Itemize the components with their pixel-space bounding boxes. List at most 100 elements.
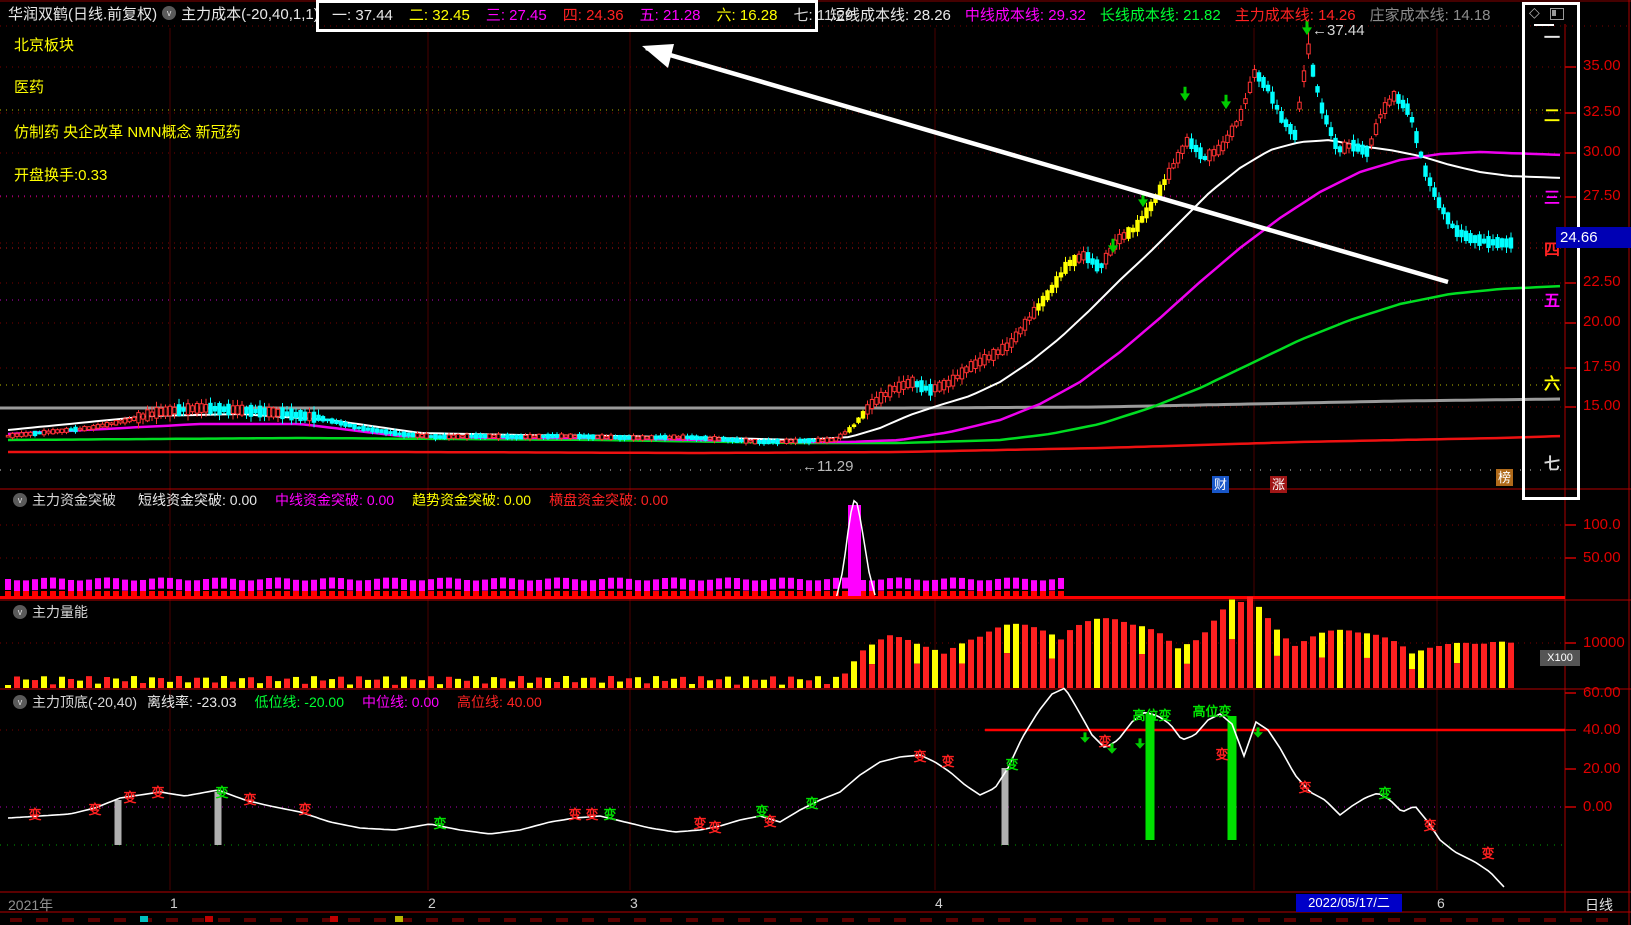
svg-text:变: 变 [298, 802, 311, 817]
stat-label: 短线资金突破 [138, 492, 222, 508]
svg-text:变: 变 [1378, 786, 1391, 801]
current-date-badge: 2022/05/17/二 [1296, 894, 1402, 912]
indicator-name[interactable]: 主力成本(-20,40,1,1) [181, 3, 319, 24]
svg-text:变: 变 [151, 785, 164, 800]
cost-lines: 短线成本线: 28.26 中线成本线: 29.32 长线成本线: 21.82 主力成本… [830, 4, 1505, 25]
svg-text:高位变: 高位变 [1132, 708, 1171, 723]
panel2-stat-item: 短线资金突破: 0.00 [138, 490, 257, 510]
level-label: 七 [793, 7, 808, 24]
month-label: 4 [935, 895, 943, 911]
level-item: 一: 37.44 [332, 4, 393, 25]
stat-label: 离线率 [147, 694, 189, 710]
cost-line-item: 庄家成本线: 14.18 [1370, 4, 1491, 25]
month-label: 1 [170, 895, 178, 911]
cost-line-value: 28.26 [913, 7, 951, 24]
svg-text:变: 变 [215, 785, 228, 800]
diamond-icon[interactable]: ◇ [1529, 4, 1540, 21]
svg-text:变: 变 [1215, 747, 1228, 762]
price-tick: 32.50 [1583, 103, 1621, 120]
current-price-badge: 24.66 [1556, 227, 1631, 248]
panel4-tick: 60.00 [1583, 684, 1621, 701]
cost-line-label: 中线成本线 [965, 7, 1040, 24]
svg-text:变: 变 [433, 816, 446, 831]
level-item: 三: 27.45 [486, 4, 547, 25]
level-label: 四 [563, 7, 578, 24]
level-item: 二: 32.45 [409, 4, 470, 25]
chevron-down-icon[interactable]: v [13, 493, 27, 507]
stat-label: 低位线 [255, 694, 297, 710]
promo-badge[interactable]: 财 [1212, 476, 1229, 493]
svg-text:变: 变 [568, 807, 581, 822]
panel4-tick: 20.00 [1583, 760, 1621, 777]
month-label: 3 [630, 895, 638, 911]
level-value: 16.28 [740, 7, 778, 24]
cost-line-value: 29.32 [1048, 7, 1086, 24]
level-label: 一 [332, 7, 347, 24]
svg-text:变: 变 [805, 796, 818, 811]
panel4-stat-item: 中位线: 0.00 [362, 692, 439, 712]
panel2-title[interactable]: 主力资金突破 [32, 490, 116, 510]
stat-value: 40.00 [507, 694, 542, 710]
promo-badge[interactable]: 榜 [1496, 469, 1513, 486]
numeral-5: 五 [1540, 287, 1564, 311]
panel4-tick: 40.00 [1583, 721, 1621, 738]
cost-line-label: 庄家成本线 [1370, 7, 1445, 24]
cost-line-item: 短线成本线: 28.26 [830, 4, 951, 25]
level-value: 32.45 [432, 7, 470, 24]
panel4-stat-item: 高位线: 40.00 [457, 692, 542, 712]
svg-text:变: 变 [585, 807, 598, 822]
price-tick: 27.50 [1583, 187, 1621, 204]
svg-text:变: 变 [88, 802, 101, 817]
stat-value: 0.00 [367, 492, 394, 508]
info-label: 仿制药 央企改革 NMN概念 新冠药 [14, 121, 241, 142]
panel3-header: v 主力量能 [8, 602, 88, 622]
panel2-header: v 主力资金突破 短线资金突破: 0.00中线资金突破: 0.00趋势资金突破:… [8, 490, 686, 510]
svg-text:变: 变 [941, 754, 954, 769]
panel3-tick: 10000 [1583, 634, 1625, 651]
stat-label: 横盘资金突破 [549, 492, 633, 508]
price-tick: 20.00 [1583, 313, 1621, 330]
price-tick: 15.00 [1583, 397, 1621, 414]
cost-line-item: 中线成本线: 29.32 [965, 4, 1086, 25]
level-item: 四: 24.36 [563, 4, 624, 25]
panel4-title[interactable]: 主力顶底(-20,40) [32, 692, 137, 712]
cost-line-label: 主力成本线 [1235, 7, 1310, 24]
svg-text:变: 变 [28, 807, 41, 822]
svg-text:变: 变 [1098, 734, 1111, 749]
panel2-tick: 50.00 [1583, 549, 1621, 566]
price-tick: 35.00 [1583, 57, 1621, 74]
numeral-2: 二 [1540, 102, 1564, 126]
cost-line-label: 短线成本线 [830, 7, 905, 24]
stat-value: 0.00 [641, 492, 668, 508]
svg-text:变: 变 [1298, 780, 1311, 795]
chevron-down-icon[interactable]: v [13, 695, 27, 709]
svg-text:高位变: 高位变 [1192, 704, 1231, 719]
stat-label: 趋势资金突破 [412, 492, 496, 508]
price-tick: 17.50 [1583, 358, 1621, 375]
stat-label: 高位线 [457, 694, 499, 710]
promo-badge[interactable]: 涨 [1270, 476, 1287, 493]
panel4-stat-item: 低位线: -20.00 [255, 692, 344, 712]
panel2-tick: 100.0 [1583, 516, 1621, 533]
level-item: 六: 16.28 [717, 4, 778, 25]
svg-text:变: 变 [1005, 757, 1018, 772]
panel3-title[interactable]: 主力量能 [32, 602, 88, 622]
info-label: 开盘换手:0.33 [14, 164, 107, 185]
panel4-header: v 主力顶底(-20,40) 离线率: -23.03低位线: -20.00中位线… [8, 692, 560, 712]
restore-window-icon[interactable] [1550, 7, 1564, 24]
top-bar: 华润双鹤(日线.前复权) v 主力成本(-20,40,1,1) [8, 2, 319, 24]
x100-button[interactable]: X100 [1540, 650, 1580, 666]
stat-label: 中位线 [362, 694, 404, 710]
price-tick: 22.50 [1583, 273, 1621, 290]
level-value: 24.36 [586, 7, 624, 24]
chevron-down-icon[interactable]: v [162, 6, 176, 20]
chevron-down-icon[interactable]: v [13, 605, 27, 619]
period-label[interactable]: 日线 [1585, 895, 1613, 915]
svg-text:变: 变 [708, 820, 721, 835]
panel2-stat-item: 横盘资金突破: 0.00 [549, 490, 668, 510]
cost-line-value: 14.18 [1453, 7, 1491, 24]
cost-line-value: 21.82 [1183, 7, 1221, 24]
cost-line-item: 长线成本线: 21.82 [1100, 4, 1221, 25]
level-value: 27.45 [509, 7, 547, 24]
annotation-low: ←11.29 [802, 458, 853, 475]
